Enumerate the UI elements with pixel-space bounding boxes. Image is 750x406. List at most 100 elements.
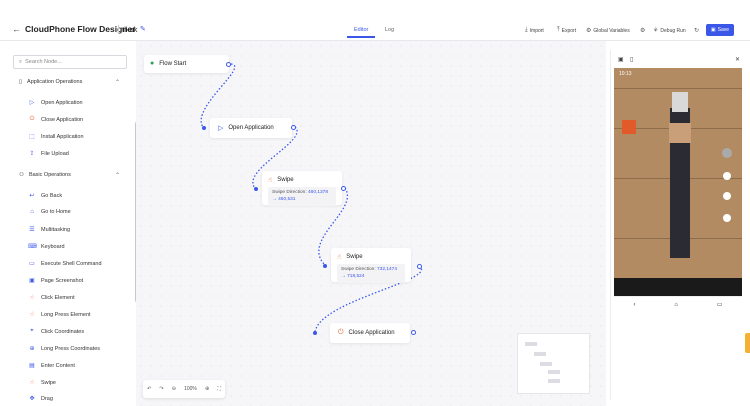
- global-variables-button[interactable]: ⚙ Global Variables: [586, 27, 630, 35]
- chevron-up-icon: ⌃: [115, 79, 121, 86]
- search-icon: ⌕: [19, 58, 23, 65]
- zoom-in-icon[interactable]: ⊕: [205, 386, 209, 392]
- phone-screen[interactable]: 10:13: [614, 68, 742, 296]
- tab-log[interactable]: Log: [385, 27, 394, 33]
- home-icon[interactable]: ⌂: [674, 302, 678, 308]
- refresh-icon: ↻: [694, 28, 700, 34]
- crosshair-icon: ⊕: [29, 346, 35, 352]
- node-item[interactable]: ⊕ Long Press Coordinates: [28, 345, 100, 353]
- minimap-node: [534, 352, 546, 356]
- status-time: 10:13: [619, 71, 632, 77]
- back-arrow-icon[interactable]: ←: [12, 24, 21, 34]
- project-name: tikok: [122, 25, 138, 34]
- minimap-node: [548, 379, 560, 383]
- node-open-application[interactable]: ▷ Open Application: [210, 118, 292, 138]
- output-port[interactable]: [226, 62, 231, 67]
- title-divider: [118, 25, 119, 34]
- gear-icon: ⚙: [586, 28, 592, 34]
- node-item[interactable]: ☝ Click Element: [28, 294, 74, 302]
- rotate-icon[interactable]: ▯: [630, 56, 633, 63]
- node-item[interactable]: ⏻ Close Application: [28, 116, 84, 123]
- node-item[interactable]: ☝ Long Press Element: [28, 311, 90, 319]
- go-back-icon: ↩: [29, 193, 35, 199]
- debug-icon: ⚘: [653, 28, 659, 34]
- app-operations-icon: ▯: [19, 79, 23, 85]
- search-input[interactable]: ⌕ Search Node...: [13, 55, 127, 69]
- fit-view-icon[interactable]: ⛶: [217, 386, 221, 392]
- input-port[interactable]: [313, 331, 317, 335]
- output-port[interactable]: [417, 264, 422, 269]
- tap-icon: ☝: [30, 295, 34, 301]
- input-port[interactable]: [254, 187, 258, 191]
- swipe-detail: Swipe Direction: 460,1378 → 460,531: [268, 187, 336, 207]
- export-icon: ⤒: [557, 27, 560, 33]
- settings-icon: ⚙: [640, 28, 646, 34]
- back-icon[interactable]: ‹: [633, 302, 635, 308]
- tab-editor[interactable]: Editor: [354, 27, 368, 33]
- active-tab-indicator: [347, 36, 375, 38]
- node-item[interactable]: ↩ Go Back: [28, 192, 62, 200]
- node-item[interactable]: ▷ Open Application: [28, 99, 83, 107]
- node-item[interactable]: ▣ Page Screenshot: [28, 277, 83, 285]
- minimap[interactable]: [517, 333, 590, 394]
- power-icon: ⏻: [29, 116, 35, 122]
- close-icon[interactable]: ✕: [735, 56, 740, 63]
- section-basic-operations[interactable]: ⚇ Basic Operations ⌃: [19, 172, 120, 179]
- node-item[interactable]: ⇪ File Upload: [28, 150, 68, 158]
- edit-pencil-icon[interactable]: ✎: [140, 25, 146, 33]
- upload-icon: ⇪: [29, 151, 35, 157]
- input-port[interactable]: [202, 126, 206, 130]
- node-item[interactable]: ⌂ Go to Home: [28, 209, 70, 215]
- screenshot-icon[interactable]: ▣: [618, 56, 624, 63]
- top-bar: ← CloudPhone Flow Designer tikok ✎ Edito…: [0, 0, 750, 41]
- debug-run-button[interactable]: ⚘ Debug Run: [653, 27, 686, 35]
- basic-operations-icon: ⚇: [19, 172, 24, 178]
- install-icon: ⬚: [29, 134, 35, 140]
- play-icon: ▷: [29, 100, 35, 106]
- terminal-icon: ▭: [29, 261, 35, 267]
- output-port[interactable]: [411, 330, 416, 335]
- drag-icon: ✥: [29, 396, 35, 402]
- home-icon: ⌂: [30, 209, 34, 215]
- phone-nav-bar: ‹ ⌂ ▭: [614, 296, 742, 312]
- undo-icon[interactable]: ↶: [147, 386, 151, 392]
- minimap-node: [540, 362, 552, 366]
- node-item[interactable]: ⌨ Keyboard: [28, 243, 65, 251]
- node-item[interactable]: ▭ Execute Shell Command: [28, 260, 101, 268]
- node-item[interactable]: ▤ Enter Content: [28, 362, 75, 370]
- node-swipe-2[interactable]: ☝ Swipe Swipe Direction: 732,1474 → 718,…: [331, 248, 411, 284]
- node-swipe-1[interactable]: ☝ Swipe Swipe Direction: 460,1378 → 460,…: [262, 171, 342, 207]
- output-port[interactable]: [291, 125, 296, 130]
- save-icon: ▣: [710, 27, 716, 33]
- export-button[interactable]: ⤒ Export: [557, 27, 576, 34]
- node-flow-start[interactable]: ● Flow Start: [144, 55, 229, 73]
- zoom-out-icon[interactable]: ⊖: [172, 386, 176, 392]
- swipe-detail: Swipe Direction: 732,1474 → 718,524: [337, 264, 405, 284]
- screenshot-icon: ▣: [29, 278, 35, 284]
- output-port[interactable]: [341, 186, 346, 191]
- phone-video-frame: [614, 68, 742, 296]
- section-application-operations[interactable]: ▯ Application Operations ⌃: [19, 79, 120, 86]
- start-icon: ●: [150, 60, 155, 67]
- import-icon: ⤓: [525, 27, 528, 33]
- chevron-up-icon: ⌃: [115, 172, 121, 179]
- play-icon: ▷: [218, 125, 224, 132]
- settings-button[interactable]: ⚙: [640, 27, 645, 34]
- redo-icon[interactable]: ↷: [159, 386, 163, 392]
- side-drawer-tab[interactable]: [745, 333, 750, 353]
- node-item[interactable]: ⬚ Install Application: [28, 133, 83, 141]
- long-press-icon: ☝: [30, 312, 34, 318]
- text-input-icon: ▤: [29, 363, 35, 369]
- swipe-icon: ☝: [268, 177, 273, 184]
- node-close-application[interactable]: ⏻ Close Application: [330, 323, 410, 343]
- input-port[interactable]: [323, 264, 327, 268]
- save-button[interactable]: ▣ Save: [706, 24, 734, 36]
- node-item[interactable]: ✥ Drag: [28, 395, 52, 403]
- node-item[interactable]: ⌖ Click Coordinates: [28, 328, 84, 335]
- node-item[interactable]: ☝ Swipe: [28, 379, 56, 387]
- minimap-node: [548, 370, 560, 374]
- recents-icon[interactable]: ▭: [717, 301, 723, 308]
- node-item[interactable]: ☰ Multitasking: [28, 226, 70, 234]
- import-button[interactable]: ⤓ Import: [525, 27, 544, 34]
- refresh-button[interactable]: ↻: [694, 27, 699, 34]
